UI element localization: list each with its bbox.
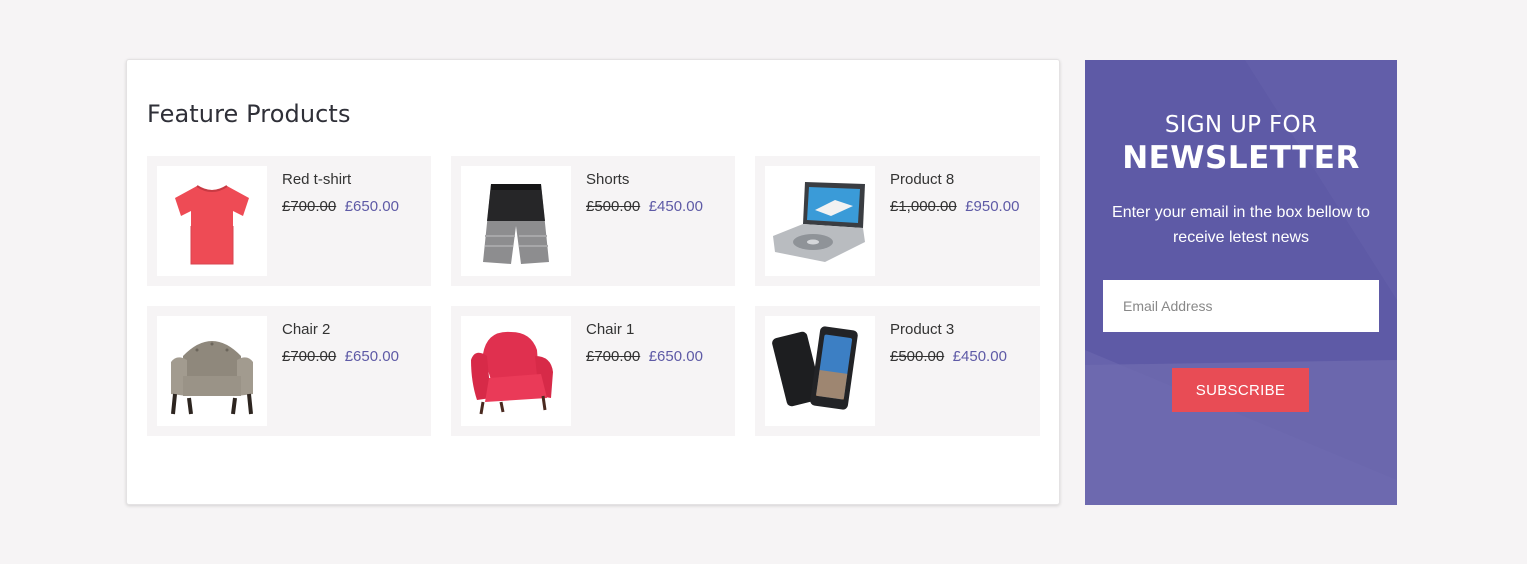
product-info: Chair 1 £700.00 £650.00 <box>586 316 727 371</box>
featured-products-title: Feature Products <box>147 100 351 128</box>
smartphones-image[interactable] <box>765 316 875 426</box>
new-price: £650.00 <box>344 198 399 215</box>
newsletter-description: Enter your email in the box bellow to re… <box>1112 204 1370 246</box>
product-info: Red t-shirt £700.00 £650.00 <box>282 166 423 221</box>
new-price: £450.00 <box>952 348 1007 365</box>
subscribe-button[interactable]: SUBSCRIBE <box>1172 368 1309 412</box>
new-price: £950.00 <box>965 198 1020 215</box>
product-name[interactable]: Shorts <box>586 166 727 193</box>
new-price: £450.00 <box>648 198 703 215</box>
old-price: £1,000.00 <box>890 198 957 215</box>
old-price: £700.00 <box>282 348 337 365</box>
product-name[interactable]: Chair 2 <box>282 316 423 343</box>
old-price: £500.00 <box>586 198 641 215</box>
email-address-input[interactable] <box>1103 280 1379 332</box>
newsletter-signup-panel: SIGN UP FOR NEWSLETTER Enter your email … <box>1085 60 1397 505</box>
product-name[interactable]: Chair 1 <box>586 316 727 343</box>
red-tshirt-image[interactable] <box>157 166 267 276</box>
product-card-chair-2[interactable]: Chair 2 £700.00 £650.00 <box>147 306 431 436</box>
product-info: Shorts £500.00 £450.00 <box>586 166 727 221</box>
newsletter-heading-line2: NEWSLETTER <box>1122 140 1360 176</box>
old-price: £700.00 <box>586 348 641 365</box>
product-name[interactable]: Product 8 <box>890 166 1032 193</box>
product-card-chair-1[interactable]: Chair 1 £700.00 £650.00 <box>451 306 735 436</box>
featured-products-panel: Feature Products Red t-shirt £700.00 £65… <box>126 59 1060 505</box>
product-card-product-8[interactable]: Product 8 £1,000.00 £950.00 <box>755 156 1040 286</box>
product-info: Product 8 £1,000.00 £950.00 <box>890 166 1032 221</box>
product-info: Chair 2 £700.00 £650.00 <box>282 316 423 371</box>
armchair-grey-image[interactable] <box>157 316 267 426</box>
old-price: £500.00 <box>890 348 945 365</box>
product-name[interactable]: Red t-shirt <box>282 166 423 193</box>
product-card-red-tshirt[interactable]: Red t-shirt £700.00 £650.00 <box>147 156 431 286</box>
product-info: Product 3 £500.00 £450.00 <box>890 316 1032 371</box>
new-price: £650.00 <box>648 348 703 365</box>
portable-dvd-player-image[interactable] <box>765 166 875 276</box>
old-price: £700.00 <box>282 198 337 215</box>
product-card-product-3[interactable]: Product 3 £500.00 £450.00 <box>755 306 1040 436</box>
shorts-image[interactable] <box>461 166 571 276</box>
new-price: £650.00 <box>344 348 399 365</box>
armchair-pink-image[interactable] <box>461 316 571 426</box>
newsletter-heading-line1: SIGN UP FOR <box>1164 112 1318 138</box>
product-card-shorts[interactable]: Shorts £500.00 £450.00 <box>451 156 735 286</box>
product-name[interactable]: Product 3 <box>890 316 1032 343</box>
product-grid: Red t-shirt £700.00 £650.00 Shorts £500.… <box>147 156 1040 436</box>
